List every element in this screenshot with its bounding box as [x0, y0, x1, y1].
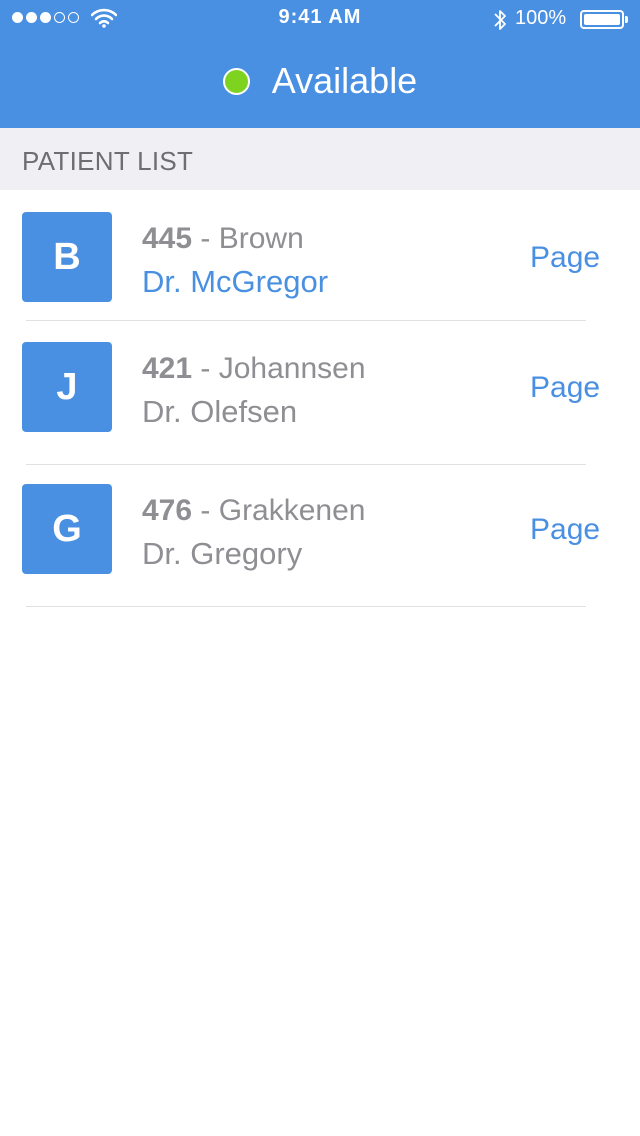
doctor-name: Dr. Gregory	[142, 536, 303, 571]
patient-title: 445 - Brown	[142, 222, 304, 256]
patient-row[interactable]: J 421 - Johannsen Dr. Olefsen Page	[0, 321, 640, 451]
status-bar: 9:41 AM 100%	[0, 0, 640, 40]
patient-title: 476 - Grakkenen	[142, 494, 365, 528]
doctor-name: Dr. McGregor	[142, 264, 329, 299]
status-indicator-icon	[222, 67, 250, 95]
page-button[interactable]: Page	[530, 371, 600, 405]
header-bar: 9:41 AM 100% Available	[0, 0, 640, 128]
bluetooth-icon	[494, 10, 506, 30]
patient-name: Brown	[218, 222, 304, 255]
doctor-name: Dr. Olefsen	[142, 394, 298, 429]
patient-title: 421 - Johannsen	[142, 352, 366, 386]
patient-row[interactable]: G 476 - Grakkenen Dr. Gregory Page	[0, 465, 640, 595]
room-number: 476	[142, 494, 193, 527]
patient-row[interactable]: B 445 - Brown Dr. McGregor Page	[0, 190, 640, 320]
patient-avatar: G	[22, 484, 112, 574]
separator: -	[192, 352, 219, 385]
separator: -	[192, 222, 219, 255]
room-number: 421	[142, 352, 193, 385]
battery-percentage: 100%	[515, 7, 567, 29]
room-number: 445	[142, 222, 193, 255]
page-button[interactable]: Page	[530, 513, 600, 547]
section-title: PATIENT LIST	[22, 146, 194, 176]
availability-toggle[interactable]: Available	[0, 56, 640, 106]
row-divider	[26, 606, 586, 607]
availability-label: Available	[271, 60, 418, 101]
patient-name: Johannsen	[218, 352, 366, 385]
patient-avatar: B	[22, 212, 112, 302]
section-header: PATIENT LIST	[0, 128, 640, 190]
page-button[interactable]: Page	[530, 241, 600, 275]
patient-avatar: J	[22, 342, 112, 432]
patient-name: Grakkenen	[218, 494, 366, 527]
battery-icon	[580, 10, 628, 29]
separator: -	[192, 494, 219, 527]
